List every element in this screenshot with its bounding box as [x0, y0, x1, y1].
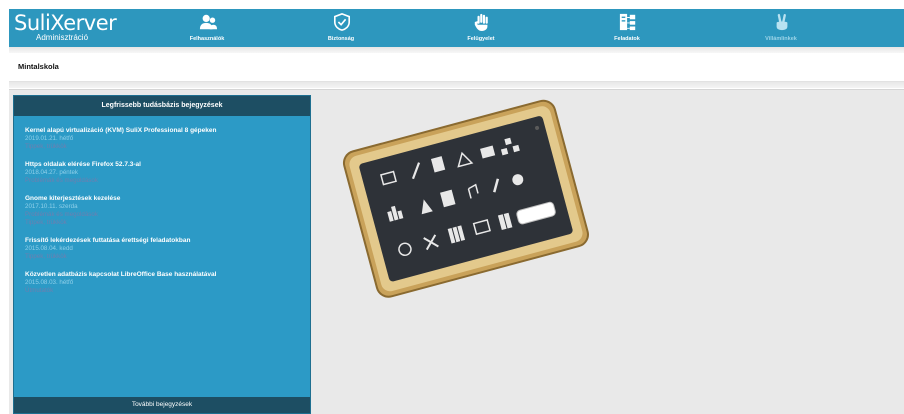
chalkboard-illustration — [342, 99, 589, 298]
list-item: Kernel alapú virtualizáció (KVM) SuliX P… — [25, 126, 305, 151]
logo-sub-text: Adminisztráció — [36, 33, 89, 42]
more-entries-button[interactable]: További bejegyzések — [14, 397, 310, 413]
nav-item-label: Villámlinkek — [765, 36, 797, 42]
tasks-icon — [619, 13, 636, 31]
entry-category-link[interactable]: Problémák és megoldások — [25, 177, 305, 185]
entry-date: 2017.10.11. szerda — [25, 203, 78, 210]
entry-category-link[interactable]: Tippek, trükkök — [25, 143, 305, 151]
entry-date: 2015.08.03. hétfő — [25, 279, 74, 286]
knowledge-base-panel: Legfrissebb tudásbázis bejegyzések Kerne… — [13, 95, 311, 414]
entry-category-link[interactable]: Tippek, trükkök — [25, 219, 305, 227]
nav-item-label: Felügyelet — [467, 36, 495, 42]
entry-title-link[interactable]: Https oldalak elérése Firefox 52.7.3-al — [25, 160, 305, 169]
entry-title-link[interactable]: Frissítő lekérdezések futtatása érettség… — [25, 236, 305, 245]
entry-date: 2018.04.27. péntek — [25, 169, 78, 176]
entry-date: 2015.08.04. kedd — [25, 245, 73, 252]
victory-hand-icon — [776, 13, 788, 31]
entry-category-link[interactable]: Problémák és megoldások — [25, 211, 305, 219]
entry-title-link[interactable]: Gnome kiterjesztések kezelése — [25, 194, 305, 203]
entry-date: 2019.01.21. hétfő — [25, 135, 74, 142]
nav-item-label: Biztonság — [327, 36, 355, 42]
nav-item-tasks[interactable]: Feladatok — [582, 9, 672, 47]
nav-item-security[interactable]: Biztonság — [296, 9, 386, 47]
panel-header: Legfrissebb tudásbázis bejegyzések — [14, 96, 310, 116]
list-item: Közvetlen adatbázis kapcsolat LibreOffic… — [25, 270, 305, 295]
entry-title-link[interactable]: Közvetlen adatbázis kapcsolat LibreOffic… — [25, 270, 305, 279]
nav-item-quicklinks[interactable]: Villámlinkek — [736, 9, 826, 47]
list-item: Gnome kiterjesztések kezelése 2017.10.11… — [25, 194, 305, 227]
shield-icon — [333, 13, 351, 31]
list-item: Frissítő lekérdezések futtatása érettség… — [25, 236, 305, 261]
school-name: Mintalskola — [18, 62, 59, 71]
topbar-shadow — [9, 47, 904, 53]
users-icon — [199, 14, 217, 30]
nav-item-supervision[interactable]: Felügyelet — [436, 9, 526, 47]
nav-item-label: Feladatok — [614, 36, 640, 42]
school-bar-shadow — [9, 82, 904, 88]
nav-item-label: Felhasználók — [189, 36, 225, 42]
entry-title-link[interactable]: Kernel alapú virtualizáció (KVM) SuliX P… — [25, 126, 305, 135]
app-logo[interactable]: SuliXerver Adminisztráció — [14, 11, 124, 45]
logo-main-text: SuliXerver — [14, 11, 117, 35]
knowledge-base-list: Kernel alapú virtualizáció (KVM) SuliX P… — [25, 126, 305, 304]
top-navigation-bar: SuliXerver Adminisztráció Felhasználók B… — [9, 9, 904, 47]
nav-item-users[interactable]: Felhasználók — [162, 9, 252, 47]
entry-category-link[interactable]: Útmutatók — [25, 287, 305, 295]
school-bar: Mintalskola — [9, 58, 904, 82]
entry-category-link[interactable]: Tippek, trükkök — [25, 253, 305, 261]
hand-icon — [474, 13, 488, 31]
list-item: Https oldalak elérése Firefox 52.7.3-al … — [25, 160, 305, 185]
